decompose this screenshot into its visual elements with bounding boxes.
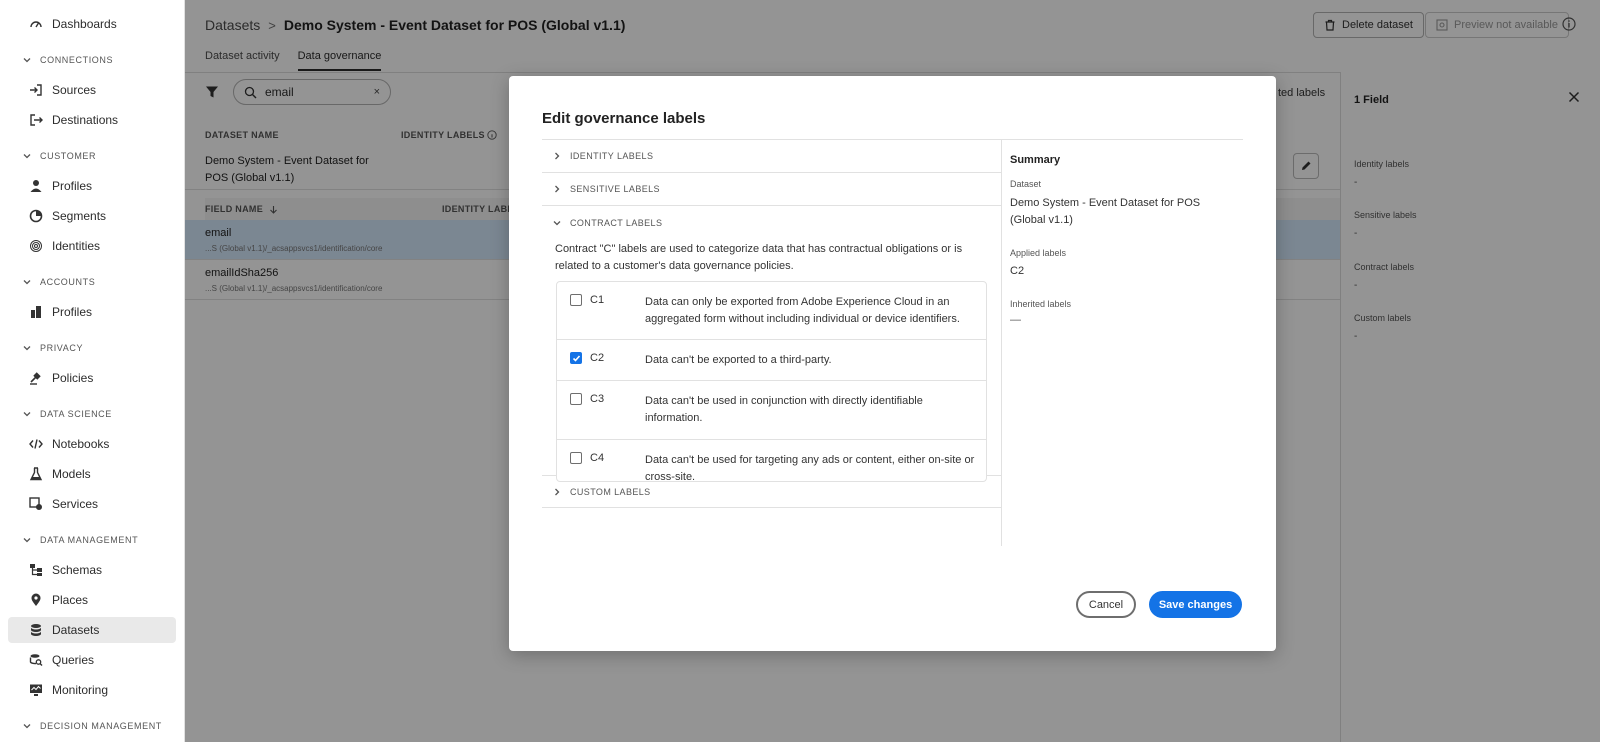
checkmark-icon (572, 354, 580, 362)
accordion-sensitive-labels[interactable]: SENSITIVE LABELS (542, 173, 1001, 206)
c3-checkbox[interactable] (570, 393, 582, 405)
summary-applied-value: C2 (1010, 265, 1025, 277)
sidebar-item-policies[interactable]: Policies (8, 365, 176, 391)
services-icon (28, 496, 44, 512)
save-changes-button[interactable]: Save changes (1149, 591, 1242, 618)
cancel-button[interactable]: Cancel (1076, 591, 1136, 618)
sidebar-item-monitoring[interactable]: Monitoring (8, 677, 176, 703)
sidebar: Dashboards CONNECTIONS Sources Destinati… (0, 0, 185, 742)
sidebar-section-data-management[interactable]: DATA MANAGEMENT (22, 535, 138, 545)
summary-divider (1001, 140, 1002, 546)
sidebar-section-privacy[interactable]: PRIVACY (22, 343, 83, 353)
chevron-down-icon (23, 154, 31, 159)
chevron-down-icon (23, 724, 31, 729)
chevron-down-icon (23, 346, 31, 351)
sidebar-section-customer[interactable]: CUSTOMER (22, 151, 96, 161)
sidebar-item-notebooks[interactable]: Notebooks (8, 431, 176, 457)
monitor-icon (28, 682, 44, 698)
sidebar-section-accounts[interactable]: ACCOUNTS (22, 277, 95, 287)
label-description: Data can't be exported to a third-party. (645, 354, 832, 366)
sidebar-item-services[interactable]: Services (8, 491, 176, 517)
database-icon (28, 622, 44, 638)
label-option-c2[interactable]: C2 Data can't be exported to a third-par… (557, 340, 986, 381)
sidebar-item-sources[interactable]: Sources (8, 77, 176, 103)
accordion-contract-labels[interactable]: CONTRACT LABELS (542, 206, 1001, 239)
label-code: C4 (590, 452, 605, 464)
contract-label-list: C1 Data can only be exported from Adobe … (556, 281, 987, 482)
sidebar-item-queries[interactable]: Queries (8, 647, 176, 673)
accordion-identity-labels[interactable]: IDENTITY LABELS (542, 140, 1001, 173)
sidebar-item-segments[interactable]: Segments (8, 203, 176, 229)
sign-out-icon (28, 112, 44, 128)
gavel-icon (28, 370, 44, 386)
chevron-right-icon (555, 185, 560, 193)
summary-inherited-value: — (1010, 314, 1021, 326)
chevron-right-icon (555, 488, 560, 495)
summary-dataset-value: Demo System - Event Dataset for POS (Glo… (1010, 197, 1201, 226)
sidebar-item-destinations[interactable]: Destinations (8, 107, 176, 133)
sidebar-item-account-profiles[interactable]: Profiles (8, 299, 176, 325)
sidebar-item-identities[interactable]: Identities (8, 233, 176, 259)
sidebar-item-dashboards[interactable]: Dashboards (8, 11, 176, 37)
chevron-down-icon (23, 58, 31, 63)
summary-panel: Summary Dataset Demo System - Event Data… (1010, 154, 1200, 326)
c4-checkbox[interactable] (570, 452, 582, 464)
label-option-c3[interactable]: C3 Data can't be used in conjunction wit… (557, 381, 986, 440)
sidebar-section-connections[interactable]: CONNECTIONS (22, 55, 113, 65)
summary-applied-label: Applied labels (1010, 248, 1067, 258)
chevron-down-icon (23, 538, 31, 543)
schema-icon (28, 562, 44, 578)
building-icon (28, 304, 44, 320)
map-pin-icon (28, 592, 44, 608)
label-code: C3 (590, 393, 605, 405)
flask-icon (28, 466, 44, 482)
user-icon (28, 178, 44, 194)
summary-dataset-label: Dataset (1010, 179, 1042, 189)
label-option-c1[interactable]: C1 Data can only be exported from Adobe … (557, 282, 986, 340)
label-code: C2 (590, 352, 605, 364)
contract-labels-description: Contract "C" labels are used to categori… (555, 243, 963, 272)
dialog-title: Edit governance labels (542, 110, 706, 127)
gauge-icon (28, 16, 44, 32)
code-icon (28, 436, 44, 452)
chevron-right-icon (555, 152, 560, 160)
summary-title: Summary (1010, 154, 1061, 166)
label-code: C1 (590, 294, 605, 306)
sidebar-item-schemas[interactable]: Schemas (8, 557, 176, 583)
sidebar-item-label: Dashboards (52, 17, 117, 31)
sidebar-section-decision-management[interactable]: DECISION MANAGEMENT (22, 721, 162, 731)
label-description: Data can only be exported from Adobe Exp… (645, 296, 960, 325)
sidebar-item-profiles[interactable]: Profiles (8, 173, 176, 199)
label-option-c4[interactable]: C4 Data can't be used for targeting any … (557, 440, 986, 482)
label-description: Data can't be used in conjunction with d… (645, 395, 923, 424)
sidebar-item-datasets[interactable]: Datasets (8, 617, 176, 643)
c1-checkbox[interactable] (570, 294, 582, 306)
c2-checkbox[interactable] (570, 352, 582, 364)
query-icon (28, 652, 44, 668)
chevron-down-icon (553, 220, 561, 225)
sidebar-item-places[interactable]: Places (8, 587, 176, 613)
fingerprint-icon (28, 238, 44, 254)
chevron-down-icon (23, 412, 31, 417)
sidebar-section-data-science[interactable]: DATA SCIENCE (22, 409, 112, 419)
summary-inherited-label: Inherited labels (1010, 299, 1072, 309)
segments-icon (28, 208, 44, 224)
sidebar-item-models[interactable]: Models (8, 461, 176, 487)
chevron-down-icon (23, 280, 31, 285)
label-description: Data can't be used for targeting any ads… (645, 454, 975, 482)
sign-in-icon (28, 82, 44, 98)
